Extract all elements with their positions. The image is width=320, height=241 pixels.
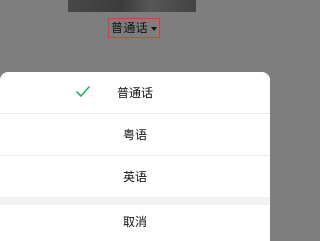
background-photo <box>0 0 270 12</box>
language-selector-button[interactable]: 普通话 <box>108 18 160 38</box>
cancel-label: 取消 <box>122 214 147 229</box>
language-selector-label: 普通话 <box>111 21 148 35</box>
screen: 普通话 普通话 粤语 英语 取消 <box>0 0 270 241</box>
sheet-option-cantonese[interactable]: 粤语 <box>0 114 270 156</box>
language-action-sheet: 普通话 粤语 英语 取消 <box>0 72 270 241</box>
caret-down-icon <box>150 26 157 31</box>
sheet-option-label: 粤语 <box>122 127 147 142</box>
cancel-button[interactable]: 取消 <box>0 205 270 238</box>
sheet-divider <box>0 197 270 205</box>
sheet-option-mandarin[interactable]: 普通话 <box>0 72 270 114</box>
sheet-option-english[interactable]: 英语 <box>0 156 270 197</box>
sheet-option-label: 英语 <box>122 169 147 184</box>
checkmark-icon <box>76 86 90 97</box>
sheet-option-label: 普通话 <box>116 85 153 100</box>
